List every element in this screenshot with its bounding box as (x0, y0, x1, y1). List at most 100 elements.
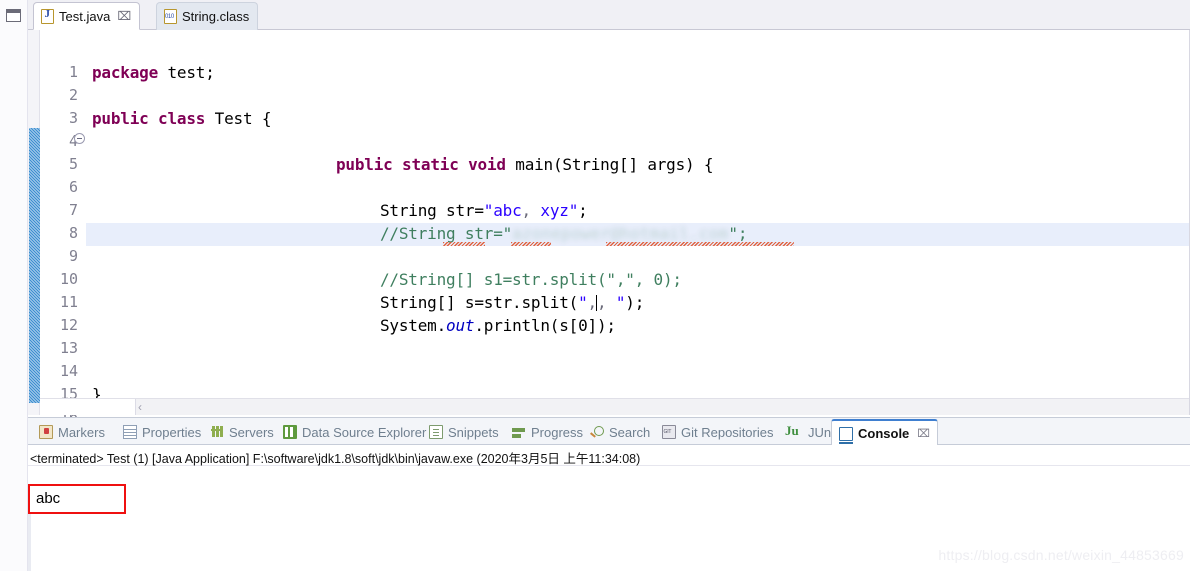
code-line-10: //String[] s1=str.split(",", 0); (380, 270, 682, 289)
comment-text: //String[] s1=str.split(",", 0); (380, 270, 682, 289)
tab-close-icon[interactable]: ⌧ (117, 10, 131, 22)
line-number: 14 (60, 362, 78, 380)
code-editor[interactable]: 1 2 3 4 5 6 7 8 9 10 11 12 13 14 15 16 p… (28, 30, 1190, 415)
console-launch-line: <terminated> Test (1) [Java Application]… (28, 445, 1190, 466)
keyword-static: static (402, 155, 459, 174)
watermark: https://blog.csdn.net/weixin_44853669 (938, 547, 1184, 563)
code-line-12: System.out.println(s[0]); (380, 316, 616, 335)
string-quote: " (569, 201, 578, 220)
tab-properties[interactable]: Properties (116, 419, 208, 445)
string-comma: , (522, 201, 531, 220)
bottom-view-tab-strip: Markers Properties Servers Data Source E… (28, 417, 1190, 445)
code-text: ; (738, 224, 747, 243)
string-quote: " (728, 224, 737, 243)
line-number: 11 (60, 293, 78, 311)
database-icon (283, 425, 297, 439)
string-quote: " (484, 201, 493, 220)
keyword-public: public (92, 109, 149, 128)
line-number: 2 (69, 86, 78, 104)
keyword-package: package (92, 63, 158, 82)
chevron-left-icon[interactable]: ‹ (138, 401, 142, 414)
annotation-ruler[interactable] (28, 30, 40, 415)
tab-test-java-label: Test.java (59, 9, 110, 24)
restore-view-icon[interactable] (6, 9, 21, 22)
line-number: 6 (69, 178, 78, 196)
tab-servers[interactable]: Servers (203, 419, 281, 445)
line-number: 3 (69, 109, 78, 127)
console-left-gutter (28, 512, 31, 571)
tab-close-icon[interactable]: ⌧ (917, 427, 930, 440)
tab-console[interactable]: Console ⌧ (831, 419, 938, 446)
code-text: String[] s=str.split( (380, 293, 578, 312)
code-text: ); (625, 293, 644, 312)
code-line-8: //String str="azonepower@hotmail.com"; (380, 224, 747, 243)
field-out: out (446, 316, 474, 335)
line-number: 1 (69, 63, 78, 81)
spellcheck-squiggle (606, 242, 794, 246)
fold-collapse-icon[interactable] (74, 133, 85, 144)
code-text: test; (158, 63, 215, 82)
keyword-public: public (336, 155, 393, 174)
search-icon (590, 425, 604, 439)
line-number: 9 (69, 247, 78, 265)
editor-horizontal-scrollbar[interactable]: ‹ (40, 398, 1189, 415)
string-content: xyz (531, 201, 569, 220)
tab-properties-label: Properties (142, 425, 201, 440)
code-text: Test { (205, 109, 271, 128)
changed-lines-marker (29, 128, 40, 403)
tab-search[interactable]: Search (583, 419, 657, 445)
scrollbar-thumb[interactable] (40, 399, 136, 415)
editor-tab-strip: Test.java ⌧ String.class (28, 0, 1190, 30)
tab-search-label: Search (609, 425, 650, 440)
tab-snippets[interactable]: Snippets (422, 419, 506, 445)
line-number: 7 (69, 201, 78, 219)
progress-icon (512, 425, 526, 439)
redacted-email-text: azonepower@hotmail.com (512, 224, 728, 243)
eclipse-ide-window: Test.java ⌧ String.class 1 2 3 4 5 6 7 8… (0, 0, 1190, 571)
markers-icon (39, 425, 53, 439)
line-number: 8 (69, 224, 78, 242)
code-line-3: public class Test { (92, 109, 271, 128)
tab-markers[interactable]: Markers (32, 419, 112, 445)
tab-data-source-explorer[interactable]: Data Source Explorer (276, 419, 433, 445)
tab-progress-label: Progress (531, 425, 583, 440)
spellcheck-squiggle (511, 242, 551, 246)
junit-icon (785, 425, 803, 439)
line-number: 5 (69, 155, 78, 173)
code-text: main(String[] args) { (506, 155, 714, 174)
code-line-1: package test; (92, 63, 215, 82)
code-text: ; (578, 201, 587, 220)
java-file-icon (41, 9, 54, 24)
keyword-void: void (468, 155, 506, 174)
keyword-class: class (158, 109, 205, 128)
line-number: 12 (60, 316, 78, 334)
tab-snippets-label: Snippets (448, 425, 499, 440)
code-line-11: String[] s=str.split(",, "); (380, 293, 644, 312)
left-view-stub (0, 0, 28, 571)
console-output-text: abc (36, 490, 60, 507)
tab-progress[interactable]: Progress (505, 419, 590, 445)
tab-test-java[interactable]: Test.java ⌧ (33, 2, 140, 30)
code-line-7: String str="abc, xyz"; (380, 201, 588, 220)
tab-markers-label: Markers (58, 425, 105, 440)
code-text-area[interactable]: package test; public class Test { public… (86, 30, 1189, 415)
properties-icon (123, 425, 137, 439)
code-text: String str= (380, 201, 484, 220)
string-content: abc (493, 201, 521, 220)
tab-git-repositories-label: Git Repositories (681, 425, 773, 440)
line-number: 10 (60, 270, 78, 288)
string-quote: " (503, 224, 512, 243)
tab-string-class[interactable]: String.class (156, 2, 258, 30)
tab-servers-label: Servers (229, 425, 274, 440)
class-file-icon (164, 9, 177, 24)
tab-git-repositories[interactable]: Git Repositories (655, 419, 780, 445)
string-quote: " (616, 293, 625, 312)
code-line-5: public static void main(String[] args) { (336, 155, 713, 174)
tab-string-class-label: String.class (182, 9, 249, 24)
tab-console-label: Console (858, 426, 909, 441)
string-comma-space: , (597, 293, 616, 312)
code-text: .println(s[0]); (474, 316, 616, 335)
line-number: 13 (60, 339, 78, 357)
snippets-icon (429, 425, 443, 439)
line-number-ruler: 1 2 3 4 5 6 7 8 9 10 11 12 13 14 (40, 30, 86, 415)
